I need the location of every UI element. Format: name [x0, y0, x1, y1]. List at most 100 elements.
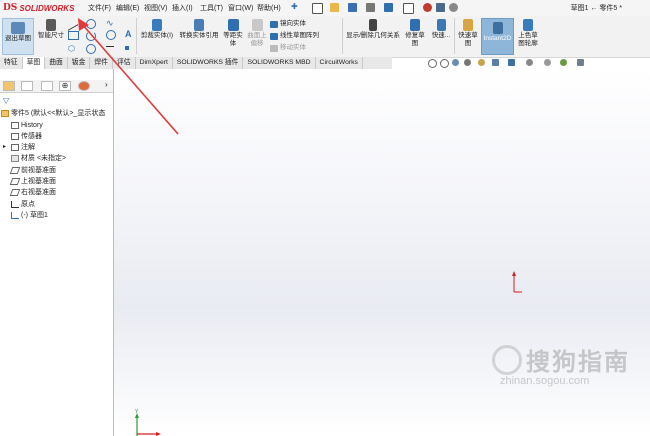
plane-icon: [9, 167, 21, 174]
feature-manager-tab-icon[interactable]: [3, 81, 15, 91]
solidworks-logo[interactable]: DS SOLIDWORKS: [3, 1, 74, 15]
options-gear-icon[interactable]: [449, 3, 458, 12]
select-icon[interactable]: [403, 3, 414, 14]
quick-snap-icon: [436, 19, 446, 31]
watermark-text: 搜狗指南: [526, 348, 630, 376]
tree-item-label: (-) 草图1: [21, 212, 48, 219]
tree-item-origin[interactable]: 原点: [11, 199, 35, 210]
tree-item-material[interactable]: 材质 <未指定>: [11, 153, 66, 164]
instant2d-button[interactable]: Instant2D: [481, 18, 514, 55]
view-settings-icon[interactable]: [577, 59, 584, 66]
tree-item-top-plane[interactable]: 上视基准面: [9, 176, 56, 187]
tree-item-label: 注解: [21, 144, 35, 151]
tab-sketch[interactable]: 草图: [22, 57, 46, 69]
view-orientation-icon[interactable]: [492, 59, 499, 66]
menu-insert[interactable]: 插入(I): [172, 3, 193, 13]
offset-entities-button[interactable]: 等距实 体: [222, 19, 244, 48]
tree-item-sensors[interactable]: 传感器: [11, 131, 42, 142]
display-relations-button[interactable]: 显示/删除几何关系: [345, 19, 401, 40]
offset-surface-label-2: 偏移: [250, 40, 264, 47]
repair-sketch-button[interactable]: 修复草 图: [404, 19, 426, 48]
reference-triad-icon: [135, 413, 161, 436]
expand-annotations-icon[interactable]: ▸: [3, 143, 6, 150]
tab-solidworks-mbd[interactable]: SOLIDWORKS MBD: [243, 57, 316, 69]
mirror-entities-button[interactable]: 镜向实体: [270, 20, 306, 28]
section-view-icon[interactable]: [464, 59, 471, 66]
filter-icon[interactable]: ▽: [3, 96, 9, 105]
tab-surfaces[interactable]: 曲面: [45, 57, 68, 69]
rapid-sketch-button[interactable]: 快速草 图: [457, 19, 479, 48]
watermark-logo-icon: [492, 344, 522, 375]
repair-label-2: 图: [411, 40, 419, 47]
zoom-area-icon[interactable]: [440, 59, 449, 68]
exit-sketch-label: 退出草图: [5, 35, 31, 42]
print-icon[interactable]: [366, 3, 375, 12]
tree-item-front-plane[interactable]: 前视基准面: [9, 165, 56, 176]
menu-view[interactable]: 视图(V): [144, 3, 167, 13]
open-icon[interactable]: [330, 3, 339, 12]
instant2d-icon: [492, 22, 503, 34]
smart-dimension-icon: [46, 19, 56, 31]
shaded-sketch-contours-button[interactable]: 上色草 图轮廓: [516, 19, 540, 48]
quick-snaps-button[interactable]: 快速...: [430, 19, 452, 40]
hide-show-items-icon[interactable]: [526, 59, 533, 66]
property-manager-tab-icon[interactable]: [21, 81, 33, 91]
repair-icon: [410, 19, 420, 31]
rebuild-icon[interactable]: [423, 3, 432, 12]
relations-label: 显示/删除几何关系: [346, 32, 400, 39]
offset-surface-icon: [251, 19, 263, 31]
tree-item-history[interactable]: History: [11, 120, 43, 131]
exit-sketch-button[interactable]: 退出草图: [2, 18, 34, 55]
tree-item-sketch1[interactable]: (-) 草图1: [11, 210, 48, 221]
offset-on-surface-button[interactable]: 曲面上 偏移: [246, 19, 268, 48]
menu-help[interactable]: 帮助(H): [257, 3, 281, 13]
undo-icon[interactable]: [384, 3, 393, 12]
previous-view-icon[interactable]: [452, 59, 459, 66]
separator: [454, 18, 455, 54]
smart-dimension-label: 智能尺寸: [38, 32, 64, 39]
sensor-icon: [11, 133, 19, 140]
tab-features[interactable]: 特征: [0, 57, 23, 69]
rapid-sketch-label-1: 快速草: [458, 32, 478, 39]
move-entities-button[interactable]: 移动实体: [270, 44, 306, 52]
new-doc-icon[interactable]: [312, 3, 323, 14]
pin-icon[interactable]: ✚: [291, 2, 298, 11]
menu-edit[interactable]: 编辑(E): [116, 3, 139, 13]
tree-item-label: 传感器: [21, 133, 42, 140]
linear-pattern-icon: [270, 32, 278, 40]
display-style-icon[interactable]: [508, 59, 515, 66]
move-label: 移动实体: [280, 44, 306, 51]
plane-icon: [9, 189, 21, 196]
sketch-origin-icon: [512, 271, 522, 293]
linear-pattern-button[interactable]: 线性草图阵列: [270, 32, 319, 40]
history-icon: [11, 122, 19, 129]
smart-dimension-button[interactable]: 智能尺寸: [36, 19, 66, 40]
tree-item-label: 前视基准面: [21, 167, 56, 174]
save-icon[interactable]: [348, 3, 357, 12]
offset-surface-label-1: 曲面上: [247, 32, 267, 39]
tree-item-label: 上视基准面: [21, 178, 56, 185]
mirror-label: 镜向实体: [280, 20, 306, 27]
tree-item-annotations[interactable]: 注解: [11, 142, 35, 153]
quick-snap-label: 快速...: [431, 32, 451, 39]
mirror-icon: [270, 20, 278, 28]
tree-item-label: 右视基准面: [21, 189, 56, 196]
menu-file[interactable]: 文件(F): [88, 3, 111, 13]
sketch-icon: [11, 212, 19, 219]
edit-appearance-icon[interactable]: [544, 59, 551, 66]
file-properties-icon[interactable]: [436, 3, 445, 12]
menu-tools[interactable]: 工具(T): [200, 3, 223, 13]
configuration-manager-tab-icon[interactable]: [41, 81, 53, 91]
offset-label-1: 等距实: [223, 32, 243, 39]
tab-circuitworks[interactable]: CircuitWorks: [316, 57, 363, 69]
zoom-fit-icon[interactable]: [428, 59, 437, 68]
offset-icon: [227, 19, 239, 31]
menu-window[interactable]: 窗口(W): [228, 3, 253, 13]
repair-label-1: 修复草: [405, 32, 425, 39]
tree-item-right-plane[interactable]: 右视基准面: [9, 187, 56, 198]
watermark: 搜狗指南 zhinan.sogou.com: [492, 342, 630, 387]
apply-scene-icon[interactable]: [560, 59, 567, 66]
part-icon: [1, 110, 9, 117]
convert-icon: [194, 19, 204, 31]
dynamic-annotation-icon[interactable]: [478, 59, 485, 66]
